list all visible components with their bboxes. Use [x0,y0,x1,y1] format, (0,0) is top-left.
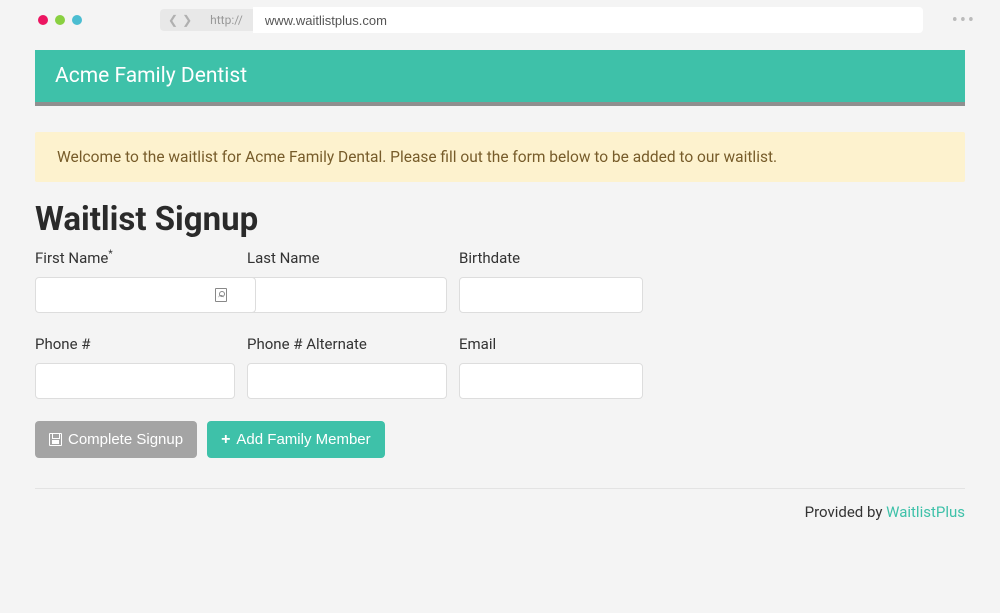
last-name-label: Last Name [247,249,447,267]
waitlistplus-link[interactable]: WaitlistPlus [886,503,965,521]
browser-chrome: ❮ ❯ http:// ••• [0,0,1000,40]
forward-icon[interactable]: ❯ [182,13,192,27]
save-icon [49,433,62,446]
window-minimize-icon[interactable] [55,15,65,25]
url-input[interactable] [253,7,923,33]
first-name-input[interactable] [35,277,256,313]
back-icon[interactable]: ❮ [168,13,178,27]
more-menu-icon[interactable]: ••• [952,10,976,31]
last-name-group: Last Name [247,249,447,313]
company-header: Acme Family Dentist [35,50,965,106]
email-group: Email [459,335,643,399]
footer: Provided by WaitlistPlus [35,489,965,535]
add-family-member-button[interactable]: + Add Family Member [207,421,385,458]
first-name-group: First Name* [35,249,235,313]
page-title: Waitlist Signup [35,200,965,239]
phone-alt-label: Phone # Alternate [247,335,447,353]
company-name: Acme Family Dentist [55,64,247,88]
protocol-label: http:// [200,9,253,31]
first-name-label: First Name* [35,249,235,267]
birthdate-input[interactable] [459,277,643,313]
email-input[interactable] [459,363,643,399]
welcome-alert: Welcome to the waitlist for Acme Family … [35,132,965,182]
add-family-label: Add Family Member [236,431,370,448]
phone-group: Phone # [35,335,235,399]
footer-prefix: Provided by [805,503,887,521]
last-name-input[interactable] [247,277,447,313]
address-bar-area: ❮ ❯ http:// [160,7,923,33]
email-label: Email [459,335,643,353]
phone-input[interactable] [35,363,235,399]
plus-icon: + [221,432,230,448]
birthdate-label: Birthdate [459,249,643,267]
phone-alt-group: Phone # Alternate [247,335,447,399]
alert-text: Welcome to the waitlist for Acme Family … [57,148,777,166]
complete-signup-button[interactable]: Complete Signup [35,421,197,458]
birthdate-group: Birthdate [459,249,643,313]
window-maximize-icon[interactable] [72,15,82,25]
phone-label: Phone # [35,335,235,353]
nav-arrows: ❮ ❯ [160,9,200,31]
phone-alt-input[interactable] [247,363,447,399]
window-close-icon[interactable] [38,15,48,25]
complete-signup-label: Complete Signup [68,431,183,448]
traffic-lights [38,15,82,25]
